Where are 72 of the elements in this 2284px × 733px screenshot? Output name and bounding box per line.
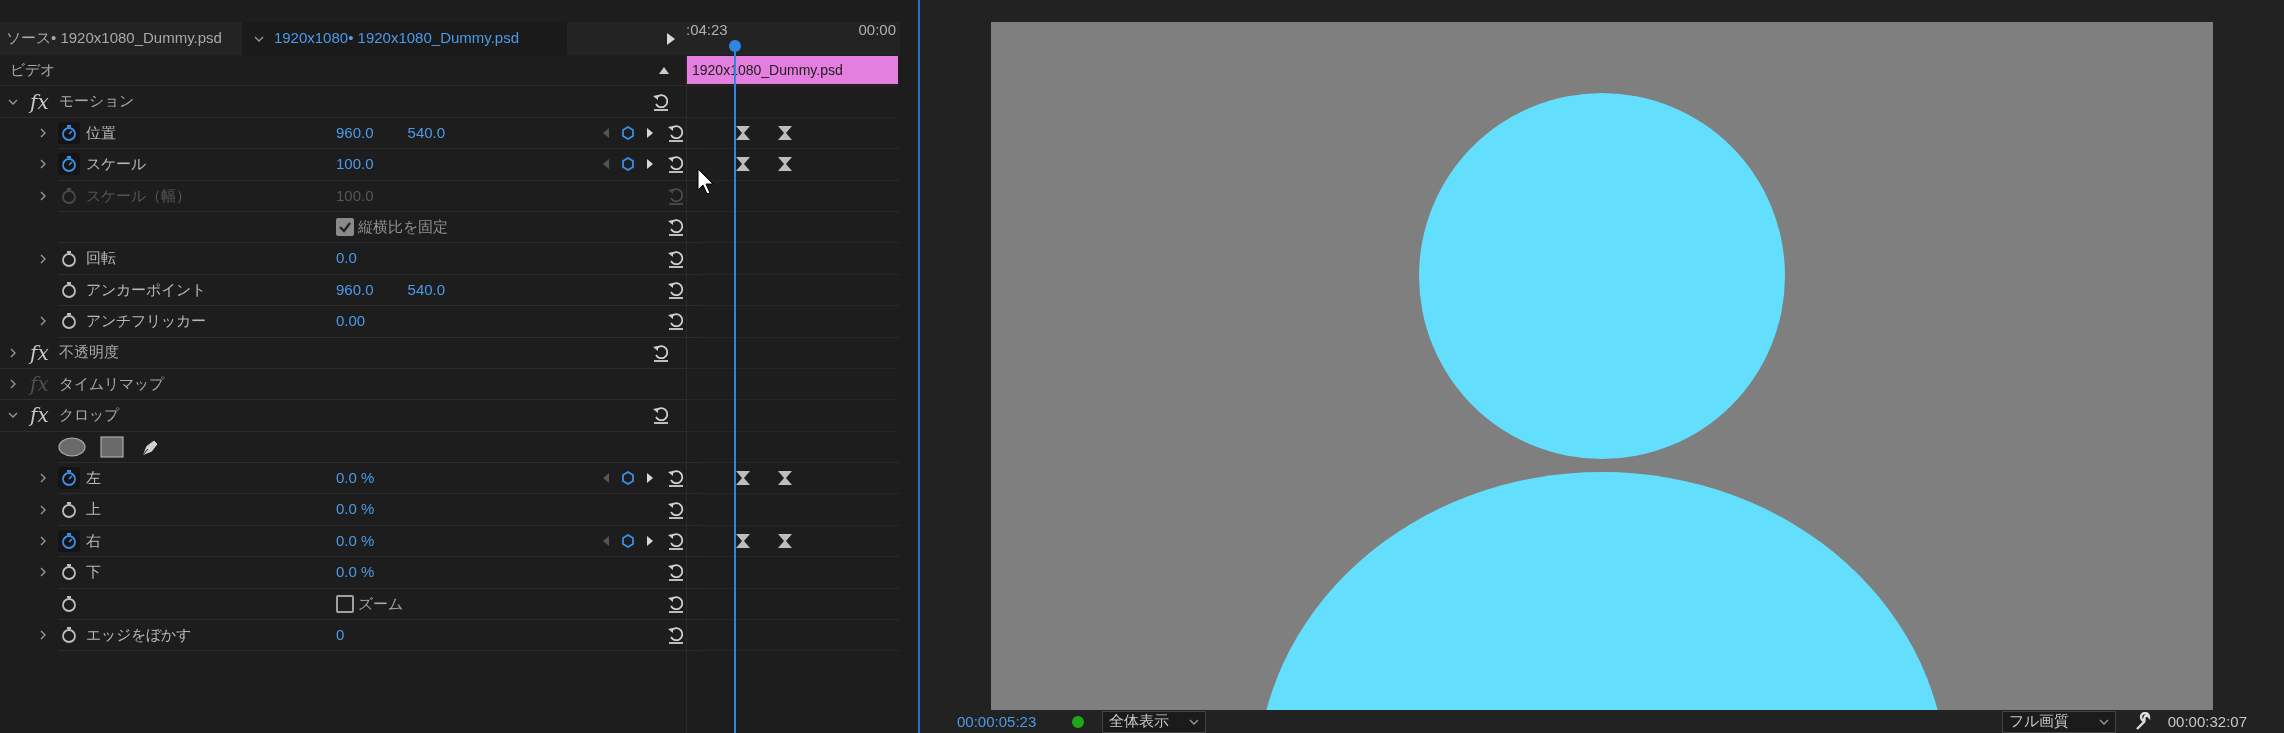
keyframe-icon[interactable]	[735, 470, 752, 487]
ruler-time: :04:23	[686, 22, 728, 38]
stopwatch-icon[interactable]	[58, 467, 80, 490]
reset-icon[interactable]	[651, 91, 671, 112]
chevron-icon[interactable]	[38, 127, 48, 138]
duration-timecode: 00:00:32:07	[2167, 714, 2247, 729]
keyframe-icon[interactable]	[777, 470, 794, 487]
value-field[interactable]: 0.0 %	[336, 561, 375, 584]
quality-dropdown[interactable]: フル画質	[2001, 710, 2116, 733]
effect-name: タイムリマップ	[58, 373, 164, 394]
chevron-icon[interactable]	[38, 253, 48, 264]
value-field[interactable]: 0.0	[336, 247, 357, 270]
value-field[interactable]: 540.0	[407, 121, 446, 145]
checkbox[interactable]	[336, 594, 354, 613]
effect-name: クロップ	[58, 405, 119, 426]
keyframe-icon[interactable]	[735, 124, 752, 141]
ruler-time: 00:00	[858, 22, 896, 38]
keyframe-icon[interactable]	[777, 533, 794, 550]
property-label: スケール	[86, 154, 147, 175]
property-label: 右	[86, 530, 102, 551]
property-label: 下	[86, 562, 102, 583]
checkbox-label: ズーム	[358, 593, 403, 614]
cursor-icon	[697, 168, 715, 196]
chevron-icon[interactable]	[38, 159, 48, 170]
value-field[interactable]: 100.0	[336, 153, 374, 176]
keyframe-icon[interactable]	[735, 533, 752, 550]
play-icon[interactable]	[666, 31, 676, 46]
rectangle-mask-icon[interactable]	[100, 435, 124, 458]
value-field[interactable]: 540.0	[407, 278, 446, 302]
keyframe-icon[interactable]	[777, 124, 794, 141]
chevron-icon[interactable]	[38, 504, 48, 515]
keyframe-icon[interactable]	[777, 156, 794, 173]
fx-icon[interactable]: fx	[30, 400, 49, 431]
stopwatch-icon[interactable]	[58, 530, 80, 553]
value-field[interactable]: 0	[336, 623, 345, 647]
value-field[interactable]: 0.0 %	[336, 498, 375, 521]
value-field[interactable]: 960.0	[336, 278, 374, 302]
property-label: 上	[86, 499, 102, 520]
chevron-icon[interactable]	[38, 630, 48, 641]
reset-icon[interactable]	[651, 342, 671, 363]
collapse-icon[interactable]	[658, 65, 670, 76]
chevron-icon[interactable]	[8, 347, 18, 358]
property-label: エッジをぼかす	[86, 624, 192, 645]
fx-icon[interactable]: fx	[30, 86, 49, 117]
current-timecode[interactable]: 00:00:05:23	[957, 714, 1037, 729]
stopwatch-icon[interactable]	[58, 153, 80, 176]
chevron-icon[interactable]	[38, 567, 48, 578]
ellipse-mask-icon[interactable]	[58, 436, 86, 457]
checkbox-label: 縦横比を固定	[358, 216, 448, 237]
chevron-icon[interactable]	[38, 316, 48, 327]
effect-name: 不透明度	[58, 342, 119, 363]
value-field[interactable]: 0.0 %	[336, 467, 375, 490]
section-header: ビデオ	[10, 59, 55, 80]
property-label: 回転	[86, 248, 117, 269]
chevron-icon[interactable]	[38, 536, 48, 547]
zoom-dropdown[interactable]: 全体表示	[1102, 710, 1207, 733]
value-field[interactable]: 960.0	[336, 121, 374, 145]
reset-icon[interactable]	[651, 405, 671, 426]
chevron-icon[interactable]	[8, 379, 18, 390]
fx-icon[interactable]: fx	[30, 337, 49, 368]
property-label: アンチフリッカー	[86, 311, 207, 332]
clip-tab[interactable]: 1920x1080• 1920x1080_Dummy.psd	[241, 22, 567, 55]
stopwatch-icon[interactable]	[58, 121, 80, 144]
value-field[interactable]: 0.00	[336, 310, 366, 333]
chevron-icon[interactable]	[38, 473, 48, 484]
effect-name: モーション	[58, 91, 134, 112]
property-label: 位置	[86, 122, 117, 143]
property-label: 左	[86, 468, 102, 488]
clip-tab[interactable]: ソース• 1920x1080_Dummy.psd	[0, 22, 242, 55]
property-label: アンカーポイント	[86, 279, 207, 300]
value-field[interactable]: 0.0 %	[336, 529, 375, 553]
keyframe-icon[interactable]	[735, 156, 752, 173]
